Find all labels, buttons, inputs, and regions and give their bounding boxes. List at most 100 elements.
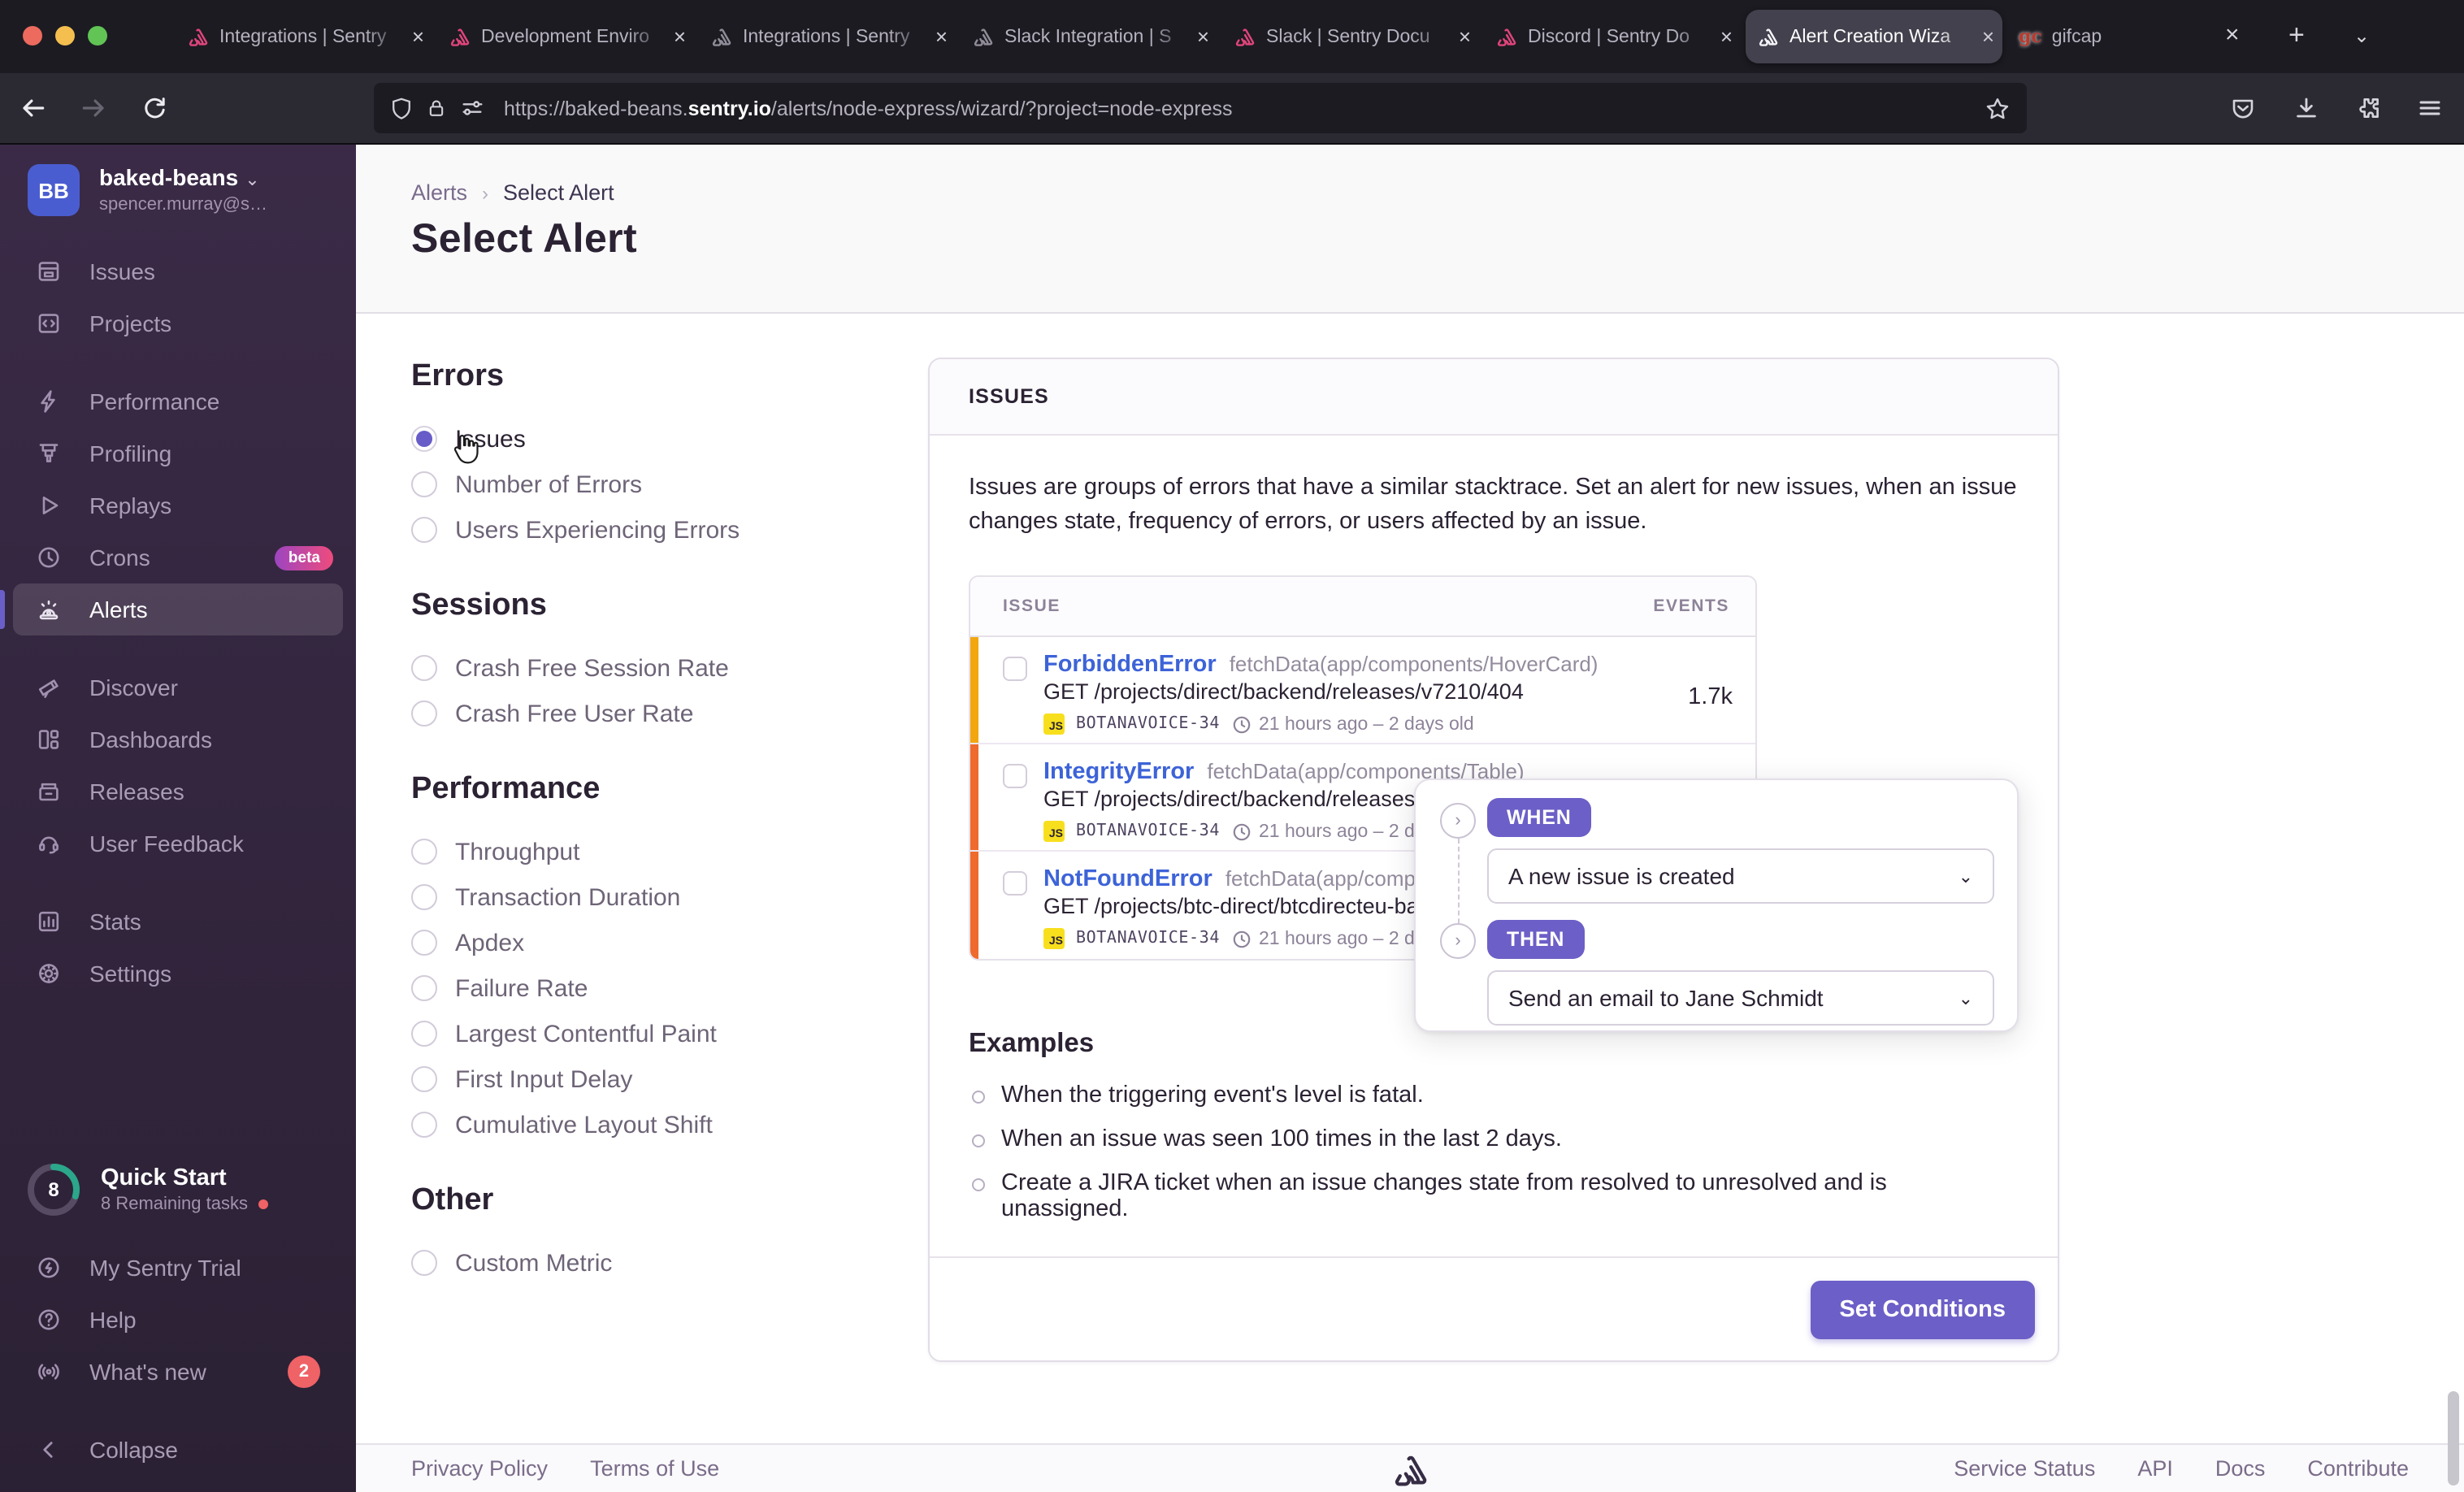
radio-option-crash-free-session-rate[interactable]: Crash Free Session Rate (411, 645, 883, 691)
when-select[interactable]: A new issue is created ⌄ (1487, 848, 1994, 904)
browser-tab[interactable]: Development Enviro × (437, 10, 694, 63)
sidebar-item-projects[interactable]: Projects (13, 297, 343, 349)
tab-close-icon[interactable]: × (1459, 24, 1471, 49)
breadcrumb-alerts[interactable]: Alerts (411, 180, 467, 205)
radio-option-number-of-errors[interactable]: Number of Errors (411, 462, 883, 507)
back-icon[interactable] (20, 94, 47, 122)
radio-icon[interactable] (411, 1250, 437, 1276)
sidebar-item-releases[interactable]: Releases (13, 766, 343, 818)
menu-hamburger-icon[interactable] (2417, 94, 2443, 122)
radio-icon[interactable] (411, 839, 437, 865)
list-tabs-icon[interactable]: ⌄ (2353, 18, 2370, 54)
row-checkbox[interactable] (1003, 764, 1027, 789)
footer-link-contribute[interactable]: Contribute (2307, 1456, 2409, 1481)
radio-icon[interactable] (411, 930, 437, 956)
radio-icon[interactable] (411, 1112, 437, 1138)
then-select[interactable]: Send an email to Jane Schmidt ⌄ (1487, 970, 1994, 1026)
tab-close-icon[interactable]: × (935, 24, 948, 49)
rule-builder-card: › › WHEN A new issue is created ⌄ THEN S… (1414, 779, 2019, 1032)
radio-option-transaction-duration[interactable]: Transaction Duration (411, 874, 883, 920)
radio-icon[interactable] (411, 884, 437, 910)
sidebar-item-user-feedback[interactable]: User Feedback (13, 818, 343, 870)
footer-link-terms[interactable]: Terms of Use (590, 1456, 719, 1481)
close-tab-icon[interactable]: × (2225, 18, 2240, 54)
sidebar-item-profiling[interactable]: Profiling (13, 427, 343, 479)
radio-option-issues[interactable]: Issues (411, 416, 883, 462)
radio-option-apdex[interactable]: Apdex (411, 920, 883, 965)
radio-icon[interactable] (411, 471, 437, 497)
radio-icon[interactable] (411, 700, 437, 726)
browser-tab[interactable]: Slack | Sentry Docu × (1222, 10, 1479, 63)
radio-icon[interactable] (411, 517, 437, 543)
panel-description: Issues are groups of errors that have a … (969, 475, 2017, 536)
sidebar-collapse-button[interactable]: Collapse (13, 1424, 343, 1476)
radio-option-cumulative-layout-shift[interactable]: Cumulative Layout Shift (411, 1102, 883, 1147)
sidebar-item-replays[interactable]: Replays (13, 479, 343, 531)
sidebar-item-dashboards[interactable]: Dashboards (13, 713, 343, 766)
close-window-button[interactable] (23, 26, 42, 46)
browser-tab[interactable]: Integrations | Sentry × (699, 10, 956, 63)
minimize-window-button[interactable] (55, 26, 75, 46)
sidebar-item-crons[interactable]: Crons beta (13, 531, 343, 583)
table-row[interactable]: ForbiddenError fetchData(app/components/H… (970, 637, 1755, 745)
sidebar-item-issues[interactable]: Issues (13, 245, 343, 297)
download-icon[interactable] (2293, 94, 2319, 122)
alert-type-list: Errors Issues Number of Errors Users Exp… (411, 359, 883, 1321)
issue-link[interactable]: IntegrityError (1043, 759, 1194, 785)
radio-option-failure-rate[interactable]: Failure Rate (411, 965, 883, 1011)
radio-option-throughput[interactable]: Throughput (411, 829, 883, 874)
radio-option-largest-contentful-paint[interactable]: Largest Contentful Paint (411, 1011, 883, 1056)
radio-icon[interactable] (411, 1066, 437, 1092)
permissions-icon[interactable] (460, 96, 484, 120)
tab-close-icon[interactable]: × (1982, 24, 1994, 49)
sidebar-item-whats-new[interactable]: What's new 2 (13, 1346, 343, 1398)
tab-close-icon[interactable]: × (412, 24, 424, 49)
pocket-icon[interactable] (2230, 94, 2256, 122)
issue-link[interactable]: NotFoundError (1043, 866, 1212, 892)
shield-icon[interactable] (390, 96, 413, 120)
radio-icon[interactable] (411, 655, 437, 681)
browser-tab[interactable]: Slack Integration | S × (961, 10, 1217, 63)
tab-close-icon[interactable]: × (674, 24, 686, 49)
row-checkbox[interactable] (1003, 657, 1027, 682)
set-conditions-button[interactable]: Set Conditions (1810, 1280, 2035, 1338)
browser-tab[interactable]: Integrations | Sentry × (176, 10, 432, 63)
extensions-puzzle-icon[interactable] (2355, 94, 2383, 122)
issue-link[interactable]: ForbiddenError (1043, 652, 1217, 678)
tab-close-icon[interactable]: × (1197, 24, 1209, 49)
radio-option-crash-free-user-rate[interactable]: Crash Free User Rate (411, 691, 883, 736)
sidebar-item-trial[interactable]: My Sentry Trial (13, 1242, 343, 1294)
url-bar[interactable]: https://baked-beans.sentry.io/alerts/nod… (374, 83, 2027, 133)
browser-tab[interactable]: gc gifcap (2007, 10, 2147, 63)
radio-selected-icon[interactable] (411, 426, 437, 452)
row-checkbox[interactable] (1003, 871, 1027, 896)
radio-option-users-experiencing-errors[interactable]: Users Experiencing Errors (411, 507, 883, 553)
browser-tab[interactable]: Discord | Sentry Do × (1484, 10, 1741, 63)
radio-option-first-input-delay[interactable]: First Input Delay (411, 1056, 883, 1102)
bookmark-star-icon[interactable] (1985, 95, 2011, 121)
sidebar-item-alerts[interactable]: Alerts (0, 583, 343, 635)
footer-link-privacy[interactable]: Privacy Policy (411, 1456, 548, 1481)
footer-link-docs[interactable]: Docs (2215, 1456, 2266, 1481)
sidebar-item-performance[interactable]: Performance (13, 375, 343, 427)
forward-icon[interactable] (80, 94, 107, 122)
scrollbar-thumb[interactable] (2448, 1391, 2459, 1485)
radio-icon[interactable] (411, 1021, 437, 1047)
browser-toolbar: https://baked-beans.sentry.io/alerts/nod… (0, 73, 2464, 145)
quick-start[interactable]: 8 Quick Start 8 Remaining tasks (24, 1160, 343, 1219)
tab-close-icon[interactable]: × (1720, 24, 1733, 49)
zoom-window-button[interactable] (88, 26, 107, 46)
new-tab-icon[interactable]: + (2288, 18, 2305, 54)
footer-link-api[interactable]: API (2137, 1456, 2173, 1481)
footer-link-service-status[interactable]: Service Status (1954, 1456, 2095, 1481)
sidebar-item-stats[interactable]: Stats (13, 896, 343, 948)
radio-icon[interactable] (411, 975, 437, 1001)
org-switcher[interactable]: BB baked-beans ⌄ spencer.murray@s… (0, 145, 356, 216)
sidebar-item-discover[interactable]: Discover (13, 661, 343, 713)
radio-option-custom-metric[interactable]: Custom Metric (411, 1240, 883, 1286)
browser-tab-active[interactable]: Alert Creation Wiza × (1746, 10, 2002, 63)
reload-icon[interactable] (141, 94, 167, 120)
sidebar-item-settings[interactable]: Settings (13, 948, 343, 1000)
sidebar-item-help[interactable]: Help (13, 1294, 343, 1346)
lock-icon[interactable] (426, 96, 447, 120)
